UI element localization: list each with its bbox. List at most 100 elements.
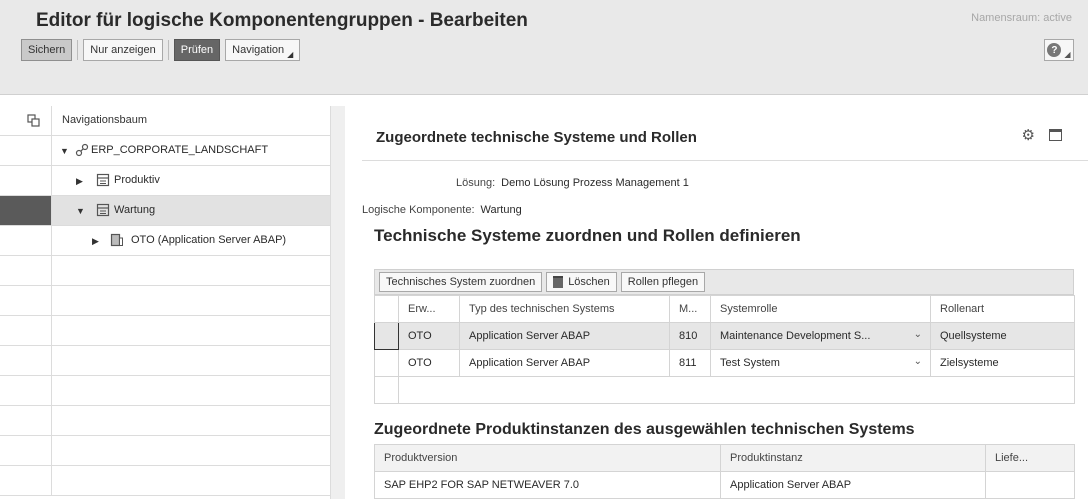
check-button[interactable]: Prüfen [173,39,221,61]
nav-scrollbar[interactable] [330,106,345,499]
collapsed-triangle-icon[interactable]: ▶ [76,176,83,187]
component-field: Logische Komponente: Wartung [362,204,522,216]
maintain-roles-button[interactable]: Rollen pflegen [620,272,706,292]
tree-node-produktiv[interactable]: ▶ Produktiv [0,166,330,196]
save-button[interactable]: Sichern [21,39,73,61]
nav-gutter [0,406,52,435]
solution-label: Lösung: [456,177,496,189]
empty-tree-row [0,256,330,286]
display-only-button[interactable]: Nur anzeigen [83,39,163,61]
system-role-dropdown[interactable]: Test System ⌄ [710,349,931,377]
collapsed-triangle-icon[interactable]: ▶ [92,236,99,247]
nav-gutter [0,436,52,465]
column-header[interactable]: Rollenart [930,295,1075,323]
system-role-dropdown[interactable]: Maintenance Development S... ⌄ [710,322,931,350]
navigation-menu-button[interactable]: Navigation ◢ [225,39,301,61]
namespace-label: Namensraum: active [971,12,1072,24]
table-cell: Quellsysteme [930,322,1075,350]
tree-node-label: ERP_CORPORATE_LANDSCHAFT [91,144,269,156]
tree-node-label: Wartung [114,204,156,216]
main-toolbar: Sichern Nur anzeigen Prüfen Navigation ◢ [21,39,305,61]
navigation-label: Navigation [232,44,285,56]
menu-caret-icon: ◢ [1064,49,1071,59]
empty-table-row [374,376,1075,404]
divider [362,160,1088,161]
panel-title: Zugeordnete technische Systeme und Rolle… [376,129,697,146]
column-header[interactable]: Produktversion [374,444,721,472]
table-cell: Application Server ABAP [459,322,670,350]
folder-icon [96,173,110,187]
table-cell: Application Server ABAP [720,471,986,499]
table-cell [985,471,1075,499]
solution-field: Lösung: Demo Lösung Prozess Management 1 [456,177,689,189]
solution-value: Demo Lösung Prozess Management 1 [501,177,689,189]
help-menu-button[interactable]: ? ◢ [1044,39,1074,61]
navigation-tree: Navigationsbaum ▼ ERP_CORPORATE_LANDSCHA… [0,106,345,499]
nav-gutter [0,106,52,135]
empty-tree-row [0,466,330,496]
expanded-triangle-icon[interactable]: ▼ [76,206,85,216]
component-value: Wartung [480,204,522,216]
systems-toolbar: Technisches System zuordnen Löschen Roll… [374,269,1074,295]
expanded-triangle-icon[interactable]: ▼ [60,146,69,156]
empty-tree-row [0,376,330,406]
nav-gutter [0,226,52,255]
column-header[interactable]: Produktinstanz [720,444,986,472]
folder-icon [96,203,110,217]
nav-gutter [0,346,52,375]
chevron-down-icon[interactable]: ⌄ [914,356,922,367]
table-cell: SAP EHP2 FOR SAP NETWEAVER 7.0 [374,471,721,499]
nav-gutter [0,316,52,345]
column-header[interactable]: Typ des technischen Systems [459,295,670,323]
menu-caret-icon: ◢ [287,49,294,59]
nav-gutter [0,136,52,165]
section-title-products: Zugeordnete Produktinstanzen des ausgewä… [374,421,915,438]
table-cell: OTO [398,349,460,377]
tree-node-landscape[interactable]: ▼ ERP_CORPORATE_LANDSCHAFT [0,136,330,166]
column-header[interactable]: Liefe... [985,444,1075,472]
tree-node-oto[interactable]: ▶ OTO (Application Server ABAP) [0,226,330,256]
delete-label: Löschen [568,276,610,288]
tree-node-label: OTO (Application Server ABAP) [131,234,287,246]
assign-system-button[interactable]: Technisches System zuordnen [379,272,543,292]
products-table: Produktversion Produktinstanz Liefe... S… [374,444,1075,499]
table-cell: Zielsysteme [930,349,1075,377]
help-icon: ? [1047,43,1062,57]
row-selector[interactable] [374,349,399,377]
page-header: Editor für logische Komponentengruppen -… [0,0,1088,95]
panel-actions: ⚙ [1022,126,1062,144]
section-title-systems: Technische Systeme zuordnen und Rollen d… [374,226,801,245]
table-row-selected[interactable]: OTO Application Server ABAP 810 Maintena… [374,322,1075,350]
table-cell: 811 [669,349,711,377]
delete-button[interactable]: Löschen [546,272,617,292]
column-header[interactable]: Erw... [398,295,460,323]
landscape-icon [75,143,89,157]
systems-table: Erw... Typ des technischen Systems M... … [374,295,1075,404]
chevron-down-icon[interactable]: ⌄ [914,329,922,340]
toolbar-separator [77,40,79,60]
nav-tree-header: Navigationsbaum [0,106,330,136]
column-header[interactable]: Systemrolle [710,295,931,323]
maximize-icon[interactable] [1049,129,1062,141]
nav-gutter [0,166,52,195]
table-cell: OTO [398,322,460,350]
tree-node-wartung[interactable]: ▼ Wartung [0,196,330,226]
tree-node-label: Produktiv [114,174,160,186]
tree-settings-icon[interactable] [27,114,40,127]
table-header-row: Produktversion Produktinstanz Liefe... [374,444,1075,472]
dropdown-value: Maintenance Development S... [720,330,871,342]
row-selector-header[interactable] [374,295,399,323]
gear-icon[interactable]: ⚙ [1022,126,1035,144]
row-selector[interactable] [374,322,399,350]
column-header[interactable]: M... [669,295,711,323]
table-row[interactable]: SAP EHP2 FOR SAP NETWEAVER 7.0 Applicati… [374,471,1075,499]
nav-tree-title: Navigationsbaum [62,114,147,126]
empty-tree-row [0,316,330,346]
nav-gutter [0,466,52,495]
toolbar-separator [167,40,169,60]
table-cell: 810 [669,322,711,350]
nav-gutter-selected [0,196,52,225]
table-row[interactable]: OTO Application Server ABAP 811 Test Sys… [374,349,1075,377]
component-label: Logische Komponente: [362,204,475,216]
empty-tree-row [0,346,330,376]
